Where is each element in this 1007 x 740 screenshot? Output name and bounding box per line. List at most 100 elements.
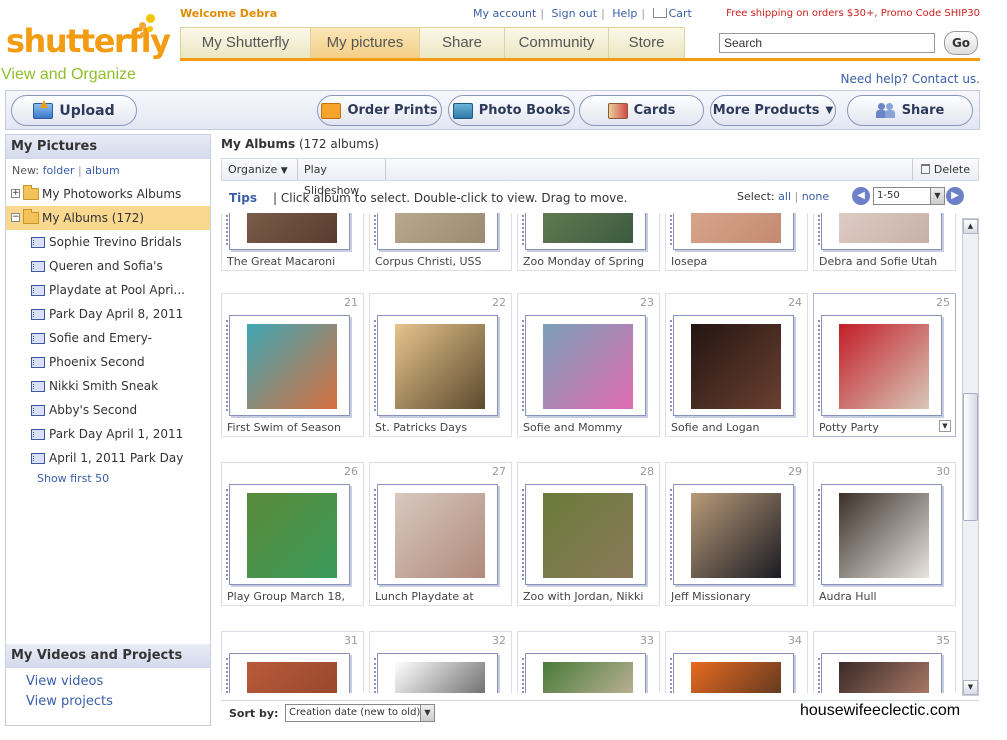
sort-select[interactable]: Creation date (new to old) ▼ [285, 704, 435, 722]
album-cover [670, 213, 794, 250]
photo-books-button[interactable]: Photo Books [448, 95, 575, 126]
album-card[interactable]: 23 Sofie and Mommy [517, 293, 660, 437]
cards-button[interactable]: Cards [579, 95, 704, 126]
show-first-link[interactable]: Show first 50 [6, 470, 210, 490]
album-title: The Great Macaroni [227, 255, 336, 268]
album-card[interactable]: 33 [517, 631, 660, 693]
upload-button[interactable]: Upload [11, 95, 137, 126]
album-card[interactable]: 30 Audra Hull [813, 462, 956, 606]
album-card[interactable]: The Great Macaroni [221, 213, 364, 271]
contact-help-link[interactable]: Need help? Contact us. [841, 72, 980, 86]
album-icon [31, 333, 45, 344]
select-none-link[interactable]: none [802, 190, 829, 203]
album-card[interactable]: 35 [813, 631, 956, 693]
tab-community[interactable]: Community [505, 28, 609, 58]
sidebar-album-item[interactable]: Park Day April 1, 2011 [6, 422, 210, 446]
album-card[interactable]: 34 [665, 631, 808, 693]
scrollbar-thumb[interactable] [963, 393, 978, 521]
sign-out-link[interactable]: Sign out [552, 7, 598, 20]
album-cover [670, 653, 794, 693]
tree-item-my-albums[interactable]: − My Albums (172) [6, 206, 210, 230]
my-account-link[interactable]: My account [473, 7, 536, 20]
sidebar-album-item[interactable]: Sophie Trevino Bridals [6, 230, 210, 254]
album-menu-icon[interactable]: ▼ [939, 420, 951, 432]
album-number: 23 [640, 296, 654, 309]
tab-share[interactable]: Share [420, 28, 505, 58]
album-title: Zoo with Jordan, Nikki [523, 590, 644, 603]
scroll-up-icon[interactable]: ▲ [963, 219, 978, 234]
vertical-scrollbar[interactable]: ▲ ▼ [962, 218, 979, 696]
view-projects-link[interactable]: View projects [6, 692, 210, 712]
sidebar-album-item[interactable]: Park Day April 8, 2011 [6, 302, 210, 326]
sidebar-album-item[interactable]: Playdate at Pool Apri... [6, 278, 210, 302]
prints-icon [321, 102, 342, 119]
more-products-button[interactable]: More Products ▼ [710, 95, 836, 126]
album-number: 31 [344, 634, 358, 647]
sidebar-album-item[interactable]: Sofie and Emery- [6, 326, 210, 350]
cart-link[interactable]: Cart [669, 7, 692, 20]
album-icon [31, 429, 45, 440]
sidebar-album-item[interactable]: Phoenix Second [6, 350, 210, 374]
tab-my-pictures[interactable]: My pictures [311, 28, 420, 58]
sidebar-album-item[interactable]: Abby's Second [6, 398, 210, 422]
select-all-link[interactable]: all [778, 190, 791, 203]
delete-button[interactable]: Delete [911, 159, 978, 180]
album-card[interactable]: 28 Zoo with Jordan, Nikki [517, 462, 660, 606]
album-card[interactable]: 21 First Swim of Season [221, 293, 364, 437]
folder-icon [23, 185, 39, 200]
order-prints-button[interactable]: Order Prints [317, 95, 442, 126]
tab-my-shutterfly[interactable]: My Shutterfly [181, 28, 311, 58]
album-photo [543, 213, 633, 243]
scroll-down-icon[interactable]: ▼ [963, 680, 978, 695]
next-page-icon[interactable]: ▶ [946, 187, 964, 205]
sidebar-album-item[interactable]: Nikki Smith Sneak [6, 374, 210, 398]
help-link[interactable]: Help [612, 7, 637, 20]
album-photo [247, 662, 337, 693]
album-cover [374, 484, 498, 585]
album-number: 35 [936, 634, 950, 647]
tree-item-photoworks[interactable]: + My Photoworks Albums [6, 182, 210, 206]
view-videos-link[interactable]: View videos [6, 672, 210, 692]
album-card[interactable]: Iosepa [665, 213, 808, 271]
new-album-link[interactable]: album [85, 164, 119, 177]
album-card[interactable]: Zoo Monday of Spring [517, 213, 660, 271]
album-cover [670, 315, 794, 416]
album-card[interactable]: 25 Potty Party ▼ [813, 293, 956, 437]
select-controls: Select: all | none [737, 190, 830, 203]
album-photo [839, 324, 929, 409]
album-card[interactable]: 32 [369, 631, 512, 693]
album-cover [374, 653, 498, 693]
album-icon [31, 237, 45, 248]
album-title: Play Group March 18, [227, 590, 345, 603]
sidebar-album-item[interactable]: Queren and Sofia's [6, 254, 210, 278]
new-folder-link[interactable]: folder [43, 164, 75, 177]
album-card[interactable]: Debra and Sofie Utah [813, 213, 956, 271]
album-card[interactable]: 31 [221, 631, 364, 693]
album-icon [31, 405, 45, 416]
main-navigation: My Shutterfly My pictures Share Communit… [180, 27, 685, 59]
tips-link[interactable]: Tips [229, 191, 257, 205]
page-range-select[interactable]: 1-50 ▼ [873, 187, 945, 205]
album-card[interactable]: 27 Lunch Playdate at [369, 462, 512, 606]
search-input[interactable] [719, 33, 935, 53]
album-photo [543, 662, 633, 693]
people-icon [875, 102, 896, 119]
album-card[interactable]: 24 Sofie and Logan [665, 293, 808, 437]
chevron-down-icon: ▼ [825, 105, 834, 116]
sidebar-album-item[interactable]: April 1, 2011 Park Day [6, 446, 210, 470]
organize-menu-button[interactable]: Organize ▼ [222, 159, 298, 180]
album-card[interactable]: 29 Jeff Missionary [665, 462, 808, 606]
album-card[interactable]: 22 St. Patricks Days [369, 293, 512, 437]
sort-label: Sort by: [229, 707, 279, 720]
expand-plus-icon[interactable]: + [11, 189, 20, 198]
album-card[interactable]: Corpus Christi, USS [369, 213, 512, 271]
play-slideshow-button[interactable]: Play Slideshow [298, 159, 386, 197]
search-go-button[interactable]: Go [944, 31, 978, 55]
collapse-minus-icon[interactable]: − [11, 213, 20, 222]
previous-page-icon[interactable]: ◀ [852, 187, 870, 205]
shutterfly-logo[interactable]: shutterfly [6, 12, 171, 62]
tab-store[interactable]: Store [609, 28, 684, 58]
share-button[interactable]: Share [847, 95, 973, 126]
album-card[interactable]: 26 Play Group March 18, [221, 462, 364, 606]
album-number: 33 [640, 634, 654, 647]
